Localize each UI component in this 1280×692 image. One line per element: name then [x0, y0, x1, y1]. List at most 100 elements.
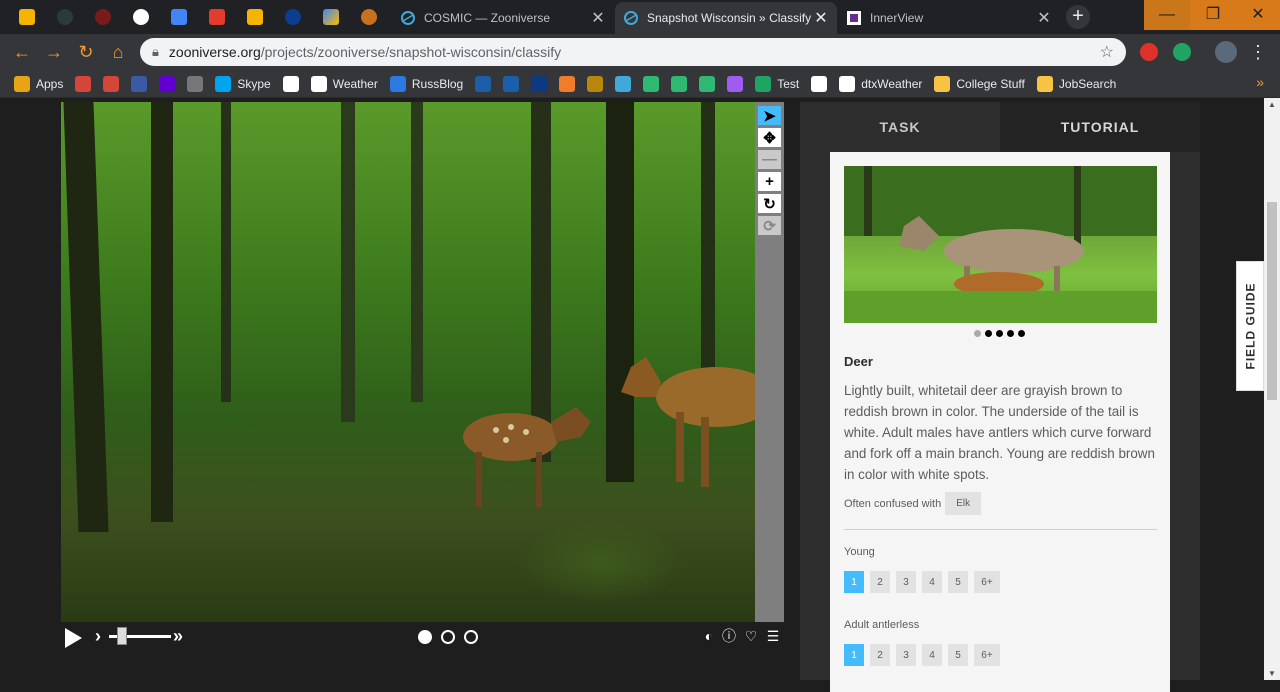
pinned-tab-slides-2[interactable]: [241, 5, 269, 29]
carousel-dot[interactable]: [974, 330, 981, 337]
pinned-tab-nasa[interactable]: [279, 5, 307, 29]
answer-option-button[interactable]: 6+: [974, 644, 1000, 666]
pinned-tab-docs[interactable]: [165, 5, 193, 29]
bookmark-item[interactable]: [159, 75, 176, 92]
menu-kebab-icon[interactable]: ⋮: [1246, 40, 1270, 64]
pinned-tab-3[interactable]: [89, 5, 117, 29]
bookmark-item[interactable]: College Stuff: [934, 75, 1025, 92]
scroll-up-arrow[interactable]: ▲: [1268, 100, 1276, 109]
answer-option-button[interactable]: 2: [870, 644, 890, 666]
subject-image[interactable]: [61, 102, 755, 622]
bookmarks-bar: Apps Skype Weather RussBlog Test dtxWeather Co…: [0, 70, 1280, 98]
close-window-button[interactable]: ✕: [1236, 0, 1280, 30]
tab-innerview[interactable]: InnerView ✕: [838, 2, 1060, 34]
bookmark-item[interactable]: [587, 75, 604, 92]
bookmark-item[interactable]: [811, 75, 828, 92]
restore-button[interactable]: ❐: [1190, 0, 1236, 30]
tab-snapshot-wisconsin[interactable]: Snapshot Wisconsin » Classify ✕: [615, 2, 837, 34]
frame-2-button[interactable]: [441, 630, 455, 644]
new-tab-button[interactable]: +: [1066, 5, 1090, 29]
bookmark-item[interactable]: [727, 75, 744, 92]
slow-speed-icon[interactable]: ›: [95, 626, 101, 647]
answer-option-button[interactable]: 3: [896, 644, 916, 666]
profile-avatar[interactable]: [1215, 41, 1237, 63]
answer-option-button[interactable]: 1: [844, 644, 864, 666]
play-icon[interactable]: [65, 628, 82, 648]
fast-speed-icon[interactable]: »: [173, 626, 183, 647]
carousel-dot[interactable]: [1007, 330, 1014, 337]
address-bar[interactable]: 🔒︎ zooniverse.org/projects/zooniverse/sn…: [140, 38, 1126, 66]
carousel-dot[interactable]: [985, 330, 992, 337]
back-icon[interactable]: ←: [10, 40, 34, 64]
pinned-tab-slides[interactable]: [13, 5, 41, 29]
bookmark-item[interactable]: [559, 75, 576, 92]
page-scrollbar[interactable]: ▲ ▼: [1264, 98, 1280, 680]
pointer-tool[interactable]: ➤: [758, 106, 781, 125]
field-guide-button[interactable]: FIELD GUIDE: [1236, 261, 1264, 391]
answer-option-button[interactable]: 5: [948, 571, 968, 593]
bookmark-item[interactable]: [75, 75, 92, 92]
answer-option-button[interactable]: 4: [922, 644, 942, 666]
bookmark-item[interactable]: Test: [755, 75, 799, 92]
reset-tool[interactable]: ⟳: [758, 216, 781, 235]
bookmark-item[interactable]: [643, 75, 660, 92]
bookmark-item[interactable]: JobSearch: [1036, 75, 1116, 92]
frame-1-button[interactable]: [418, 630, 432, 644]
bookmark-item[interactable]: [103, 75, 120, 92]
bookmark-item[interactable]: [531, 75, 548, 92]
frame-3-button[interactable]: [464, 630, 478, 644]
bookmark-item[interactable]: Apps: [14, 75, 63, 92]
reload-icon[interactable]: ↻: [74, 40, 98, 64]
pan-tool[interactable]: ✥: [758, 128, 781, 147]
more-bookmarks-icon[interactable]: »: [1256, 74, 1264, 90]
collections-list-icon[interactable]: ☰: [765, 628, 781, 644]
carousel-dot[interactable]: [996, 330, 1003, 337]
rotate-tool[interactable]: ↻: [758, 194, 781, 213]
bookmark-item[interactable]: RussBlog: [389, 75, 463, 92]
answer-option-button[interactable]: 4: [922, 571, 942, 593]
pinned-tab-pdf[interactable]: [203, 5, 231, 29]
answer-option-button[interactable]: 1: [844, 571, 864, 593]
zoom-out-tool[interactable]: —: [758, 150, 781, 169]
bookmark-item[interactable]: Weather: [310, 75, 378, 92]
forward-icon[interactable]: →: [42, 40, 66, 64]
favorite-heart-icon[interactable]: ♡: [743, 628, 759, 644]
answer-option-button[interactable]: 6+: [974, 571, 1000, 593]
bookmark-item[interactable]: [131, 75, 148, 92]
carousel-dot[interactable]: [1018, 330, 1025, 337]
speed-slider-handle[interactable]: [117, 627, 127, 645]
close-icon[interactable]: ✕: [1036, 8, 1052, 28]
bookmark-item[interactable]: [187, 75, 204, 92]
tab-cosmic[interactable]: COSMIC — Zooniverse ✕: [392, 2, 614, 34]
bookmark-item[interactable]: Skype: [215, 75, 271, 92]
bookmark-item[interactable]: [282, 75, 299, 92]
zoom-in-tool[interactable]: +: [758, 172, 781, 191]
contrast-icon[interactable]: ◐: [701, 628, 717, 644]
minimize-button[interactable]: —: [1144, 0, 1190, 30]
pinned-tab-globe[interactable]: [355, 5, 383, 29]
bookmark-item[interactable]: [503, 75, 520, 92]
bookmark-item[interactable]: [671, 75, 688, 92]
pinned-tab-2[interactable]: [51, 5, 79, 29]
bookmark-star-icon[interactable]: ☆: [1100, 42, 1114, 62]
bookmark-item[interactable]: [615, 75, 632, 92]
answer-option-button[interactable]: 3: [896, 571, 916, 593]
bookmark-item[interactable]: [699, 75, 716, 92]
close-icon[interactable]: ✕: [813, 8, 829, 28]
pinned-tab-google[interactable]: [127, 5, 155, 29]
confused-species-chip[interactable]: Elk: [945, 492, 982, 515]
info-icon[interactable]: ⓘ: [721, 628, 737, 644]
answer-option-button[interactable]: 5: [948, 644, 968, 666]
tab-task[interactable]: TASK: [800, 102, 1000, 152]
extension-icon[interactable]: [1140, 43, 1158, 61]
bookmark-item[interactable]: [475, 75, 492, 92]
pinned-tab-photos[interactable]: [317, 5, 345, 29]
tab-tutorial[interactable]: TUTORIAL: [1000, 102, 1200, 152]
bookmark-item[interactable]: dtxWeather: [839, 75, 922, 92]
answer-option-button[interactable]: 2: [870, 571, 890, 593]
scroll-down-arrow[interactable]: ▼: [1268, 669, 1276, 678]
home-icon[interactable]: ⌂: [106, 40, 130, 64]
close-icon[interactable]: ✕: [590, 8, 606, 28]
extension-icon[interactable]: [1173, 43, 1191, 61]
scrollbar-thumb[interactable]: [1267, 202, 1277, 400]
